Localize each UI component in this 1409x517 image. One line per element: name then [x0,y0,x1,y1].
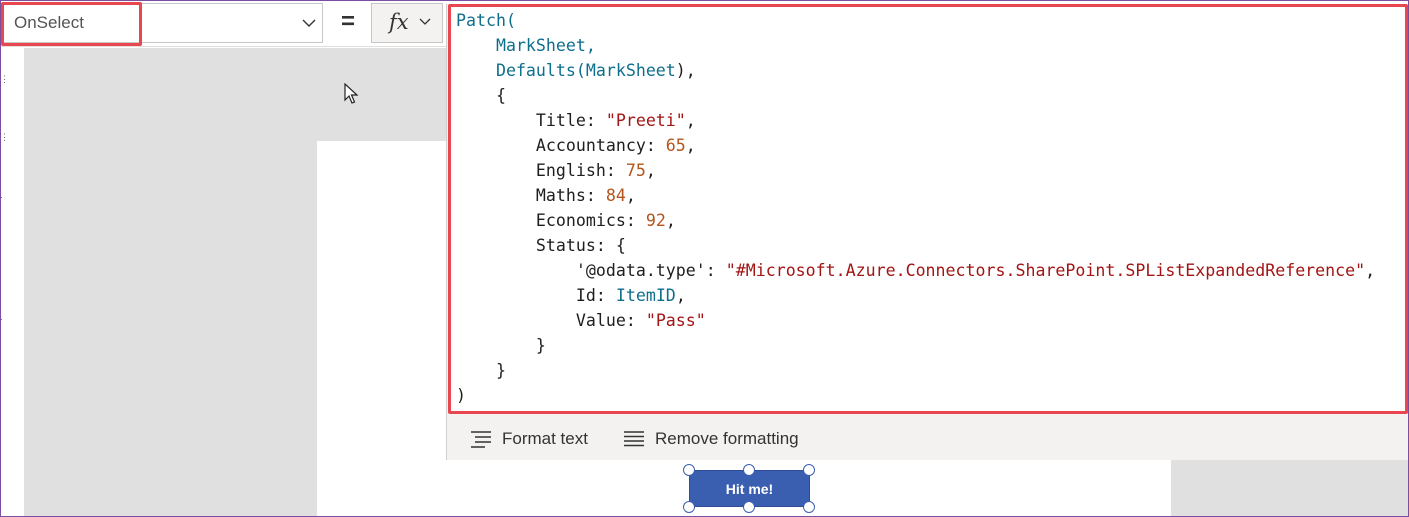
code-input[interactable]: Patch( MarkSheet, Defaults(MarkSheet), {… [448,4,1408,414]
equals-sign: = [340,8,355,35]
chevron-down-icon [419,18,431,25]
rail-mark: ⋮ [0,132,9,142]
code-token: MarkSheet, [456,36,596,55]
remove-formatting-label: Remove formatting [655,429,799,448]
editor-toolbar: Format text Remove formatting [447,418,1409,460]
resize-handle[interactable] [803,464,815,476]
code-line: English: 75, [456,158,1375,183]
code-token: Status: { [456,236,626,255]
code-token: Patch( [456,11,516,30]
format-text-icon [471,431,491,448]
code-token: Maths: [456,186,606,205]
code-token: Id: [456,286,616,305]
rail-mark: · [0,314,3,324]
formula-editor: Patch( MarkSheet, Defaults(MarkSheet), {… [446,4,1409,460]
rail-mark: · [0,192,3,202]
code-token: , [625,186,636,205]
code-token: '@odata.type': [456,261,726,280]
code-line: MarkSheet, [456,33,1375,58]
code-line: Maths: 84, [456,183,1375,208]
code-line: '@odata.type': "#Microsoft.Azure.Connect… [456,258,1375,283]
code-line: Title: "Preeti", [456,108,1375,133]
code-line: Economics: 92, [456,208,1375,233]
code-token: Economics: [456,211,646,230]
property-value: OnSelect [14,13,84,32]
resize-handle[interactable] [743,464,755,476]
code-line: } [456,333,1375,358]
resize-handle[interactable] [803,501,815,513]
property-dropdown[interactable]: OnSelect [3,3,323,43]
code-token: MarkSheet [585,61,676,80]
code-token: Defaults( [456,61,586,80]
code-token: , [685,111,696,130]
code-line: Status: { [456,233,1375,258]
code-token: } [456,336,546,355]
code-line: } [456,358,1375,383]
code-token: Value: [456,311,646,330]
formula-bar: OnSelect = fx [0,0,448,47]
code-token: "#Microsoft.Azure.Connectors.SharePoint.… [725,261,1366,280]
code-token: , [1365,261,1376,280]
remove-formatting-icon [624,431,644,447]
code-line: Value: "Pass" [456,308,1375,333]
code-token: Title: [456,111,606,130]
code-token: "Preeti" [605,111,686,130]
code-token: 65 [665,136,686,155]
resize-handle[interactable] [683,501,695,513]
remove-formatting-button[interactable]: Remove formatting [623,428,799,450]
rail-mark: ⋮ [0,74,9,84]
code-line: Patch( [456,8,1375,33]
code-token: , [665,211,676,230]
mouse-pointer-icon [344,83,359,104]
code-token: ) [456,386,466,405]
code-line: { [456,83,1375,108]
code-token: English: [456,161,626,180]
code-token: 75 [625,161,646,180]
code-line: Defaults(MarkSheet), [456,58,1375,83]
resize-handle[interactable] [683,464,695,476]
left-rail: ⋮ ⋮ · · [0,48,25,517]
fx-icon: fx [389,10,409,34]
code-line: ) [456,383,1375,408]
resize-handle[interactable] [743,501,755,513]
code-token: ItemID [615,286,676,305]
code-token: { [456,86,506,105]
format-text-button[interactable]: Format text [470,428,588,450]
code-token: } [456,361,506,380]
code-token: , [675,286,686,305]
code-token: , [645,161,656,180]
code-line: Accountancy: 65, [456,133,1375,158]
code-line: Id: ItemID, [456,283,1375,308]
hit-me-label: Hit me! [725,480,774,497]
fx-button[interactable]: fx [371,3,443,43]
code-token: 84 [605,186,626,205]
code-token: ), [675,61,696,80]
chevron-down-icon [302,19,316,27]
code-token: Accountancy: [456,136,666,155]
format-text-label: Format text [502,429,588,448]
code-token: "Pass" [645,311,706,330]
code-text: Patch( MarkSheet, Defaults(MarkSheet), {… [456,8,1375,408]
code-token: 92 [645,211,666,230]
code-token: , [685,136,696,155]
